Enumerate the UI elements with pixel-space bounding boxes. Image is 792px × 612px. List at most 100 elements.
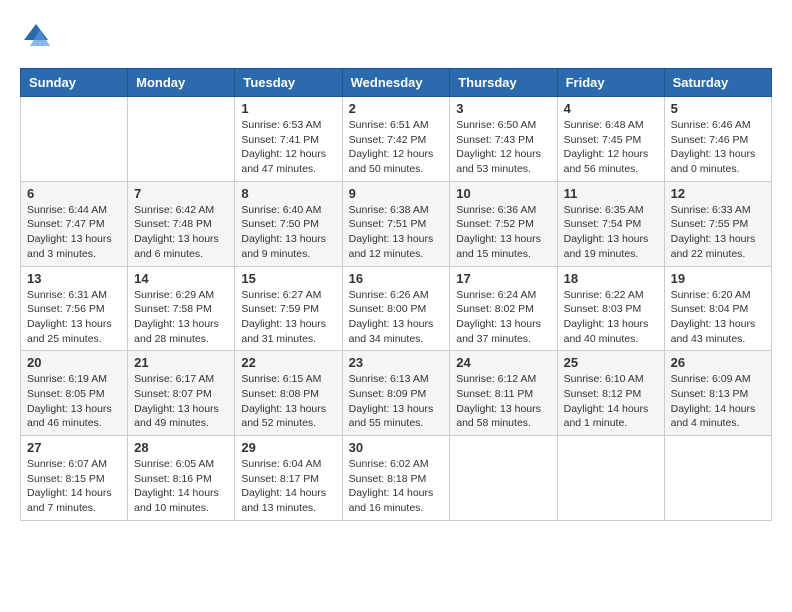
weekday-header: Friday: [557, 69, 664, 97]
day-number: 26: [671, 355, 765, 370]
day-number: 19: [671, 271, 765, 286]
weekday-header: Saturday: [664, 69, 771, 97]
day-number: 2: [349, 101, 444, 116]
day-info: Sunrise: 6:29 AM Sunset: 7:58 PM Dayligh…: [134, 288, 228, 347]
day-info: Sunrise: 6:33 AM Sunset: 7:55 PM Dayligh…: [671, 203, 765, 262]
day-number: 4: [564, 101, 658, 116]
calendar-cell: 25 Sunrise: 6:10 AM Sunset: 8:12 PM Dayli…: [557, 351, 664, 436]
day-number: 10: [456, 186, 550, 201]
calendar-cell: 29 Sunrise: 6:04 AM Sunset: 8:17 PM Dayli…: [235, 436, 342, 521]
day-number: 12: [671, 186, 765, 201]
day-info: Sunrise: 6:17 AM Sunset: 8:07 PM Dayligh…: [134, 372, 228, 431]
day-info: Sunrise: 6:46 AM Sunset: 7:46 PM Dayligh…: [671, 118, 765, 177]
calendar-cell: 10 Sunrise: 6:36 AM Sunset: 7:52 PM Dayli…: [450, 181, 557, 266]
day-number: 8: [241, 186, 335, 201]
calendar-cell: 21 Sunrise: 6:17 AM Sunset: 8:07 PM Dayli…: [128, 351, 235, 436]
calendar-cell: [450, 436, 557, 521]
day-number: 7: [134, 186, 228, 201]
day-number: 6: [27, 186, 121, 201]
calendar-header-row: SundayMondayTuesdayWednesdayThursdayFrid…: [21, 69, 772, 97]
calendar-week-row: 20Sunrise: 6:19 AM Sunset: 8:05 PM Dayli…: [21, 351, 772, 436]
calendar-cell: 7 Sunrise: 6:42 AM Sunset: 7:48 PM Daylig…: [128, 181, 235, 266]
day-number: 21: [134, 355, 228, 370]
day-info: Sunrise: 6:04 AM Sunset: 8:17 PM Dayligh…: [241, 457, 335, 516]
calendar-cell: 13Sunrise: 6:31 AM Sunset: 7:56 PM Dayli…: [21, 266, 128, 351]
logo: [20, 20, 56, 52]
weekday-header: Sunday: [21, 69, 128, 97]
day-number: 30: [349, 440, 444, 455]
day-info: Sunrise: 6:19 AM Sunset: 8:05 PM Dayligh…: [27, 372, 121, 431]
weekday-header: Thursday: [450, 69, 557, 97]
calendar-cell: 22 Sunrise: 6:15 AM Sunset: 8:08 PM Dayli…: [235, 351, 342, 436]
day-number: 25: [564, 355, 658, 370]
calendar-cell: 20Sunrise: 6:19 AM Sunset: 8:05 PM Dayli…: [21, 351, 128, 436]
day-info: Sunrise: 6:50 AM Sunset: 7:43 PM Dayligh…: [456, 118, 550, 177]
calendar-cell: 18 Sunrise: 6:22 AM Sunset: 8:03 PM Dayli…: [557, 266, 664, 351]
day-number: 16: [349, 271, 444, 286]
day-info: Sunrise: 6:20 AM Sunset: 8:04 PM Dayligh…: [671, 288, 765, 347]
day-number: 29: [241, 440, 335, 455]
logo-icon: [20, 20, 52, 52]
day-info: Sunrise: 6:51 AM Sunset: 7:42 PM Dayligh…: [349, 118, 444, 177]
calendar-cell: 8 Sunrise: 6:40 AM Sunset: 7:50 PM Daylig…: [235, 181, 342, 266]
day-info: Sunrise: 6:15 AM Sunset: 8:08 PM Dayligh…: [241, 372, 335, 431]
day-number: 13: [27, 271, 121, 286]
day-info: Sunrise: 6:07 AM Sunset: 8:15 PM Dayligh…: [27, 457, 121, 516]
day-number: 27: [27, 440, 121, 455]
calendar: SundayMondayTuesdayWednesdayThursdayFrid…: [20, 68, 772, 521]
calendar-cell: 16 Sunrise: 6:26 AM Sunset: 8:00 PM Dayli…: [342, 266, 450, 351]
calendar-cell: 6 Sunrise: 6:44 AM Sunset: 7:47 PM Daylig…: [21, 181, 128, 266]
day-info: Sunrise: 6:53 AM Sunset: 7:41 PM Dayligh…: [241, 118, 335, 177]
day-number: 18: [564, 271, 658, 286]
calendar-week-row: 27 Sunrise: 6:07 AM Sunset: 8:15 PM Dayli…: [21, 436, 772, 521]
day-info: Sunrise: 6:27 AM Sunset: 7:59 PM Dayligh…: [241, 288, 335, 347]
calendar-cell: 9 Sunrise: 6:38 AM Sunset: 7:51 PM Daylig…: [342, 181, 450, 266]
calendar-cell: 30 Sunrise: 6:02 AM Sunset: 8:18 PM Dayli…: [342, 436, 450, 521]
day-info: Sunrise: 6:02 AM Sunset: 8:18 PM Dayligh…: [349, 457, 444, 516]
day-number: 24: [456, 355, 550, 370]
day-number: 17: [456, 271, 550, 286]
calendar-cell: 19 Sunrise: 6:20 AM Sunset: 8:04 PM Dayli…: [664, 266, 771, 351]
day-info: Sunrise: 6:44 AM Sunset: 7:47 PM Dayligh…: [27, 203, 121, 262]
calendar-cell: 23Sunrise: 6:13 AM Sunset: 8:09 PM Dayli…: [342, 351, 450, 436]
calendar-week-row: 13Sunrise: 6:31 AM Sunset: 7:56 PM Dayli…: [21, 266, 772, 351]
day-info: Sunrise: 6:24 AM Sunset: 8:02 PM Dayligh…: [456, 288, 550, 347]
calendar-cell: 24 Sunrise: 6:12 AM Sunset: 8:11 PM Dayli…: [450, 351, 557, 436]
day-info: Sunrise: 6:12 AM Sunset: 8:11 PM Dayligh…: [456, 372, 550, 431]
calendar-cell: 3 Sunrise: 6:50 AM Sunset: 7:43 PM Daylig…: [450, 97, 557, 182]
calendar-cell: [557, 436, 664, 521]
day-info: Sunrise: 6:09 AM Sunset: 8:13 PM Dayligh…: [671, 372, 765, 431]
calendar-cell: 11Sunrise: 6:35 AM Sunset: 7:54 PM Dayli…: [557, 181, 664, 266]
calendar-cell: 15 Sunrise: 6:27 AM Sunset: 7:59 PM Dayli…: [235, 266, 342, 351]
day-number: 28: [134, 440, 228, 455]
calendar-cell: 5Sunrise: 6:46 AM Sunset: 7:46 PM Daylig…: [664, 97, 771, 182]
day-number: 1: [241, 101, 335, 116]
header: [20, 20, 772, 52]
calendar-cell: 26 Sunrise: 6:09 AM Sunset: 8:13 PM Dayli…: [664, 351, 771, 436]
day-info: Sunrise: 6:22 AM Sunset: 8:03 PM Dayligh…: [564, 288, 658, 347]
calendar-cell: 1 Sunrise: 6:53 AM Sunset: 7:41 PM Daylig…: [235, 97, 342, 182]
day-info: Sunrise: 6:26 AM Sunset: 8:00 PM Dayligh…: [349, 288, 444, 347]
calendar-cell: 28Sunrise: 6:05 AM Sunset: 8:16 PM Dayli…: [128, 436, 235, 521]
calendar-cell: 12 Sunrise: 6:33 AM Sunset: 7:55 PM Dayli…: [664, 181, 771, 266]
day-number: 9: [349, 186, 444, 201]
day-info: Sunrise: 6:38 AM Sunset: 7:51 PM Dayligh…: [349, 203, 444, 262]
calendar-cell: [664, 436, 771, 521]
day-info: Sunrise: 6:36 AM Sunset: 7:52 PM Dayligh…: [456, 203, 550, 262]
day-info: Sunrise: 6:13 AM Sunset: 8:09 PM Dayligh…: [349, 372, 444, 431]
day-info: Sunrise: 6:42 AM Sunset: 7:48 PM Dayligh…: [134, 203, 228, 262]
calendar-week-row: 1 Sunrise: 6:53 AM Sunset: 7:41 PM Daylig…: [21, 97, 772, 182]
day-number: 3: [456, 101, 550, 116]
weekday-header: Tuesday: [235, 69, 342, 97]
calendar-cell: 4 Sunrise: 6:48 AM Sunset: 7:45 PM Daylig…: [557, 97, 664, 182]
calendar-week-row: 6 Sunrise: 6:44 AM Sunset: 7:47 PM Daylig…: [21, 181, 772, 266]
day-number: 15: [241, 271, 335, 286]
day-number: 22: [241, 355, 335, 370]
day-info: Sunrise: 6:40 AM Sunset: 7:50 PM Dayligh…: [241, 203, 335, 262]
day-info: Sunrise: 6:10 AM Sunset: 8:12 PM Dayligh…: [564, 372, 658, 431]
weekday-header: Monday: [128, 69, 235, 97]
calendar-cell: 17 Sunrise: 6:24 AM Sunset: 8:02 PM Dayli…: [450, 266, 557, 351]
calendar-cell: [21, 97, 128, 182]
calendar-cell: 2 Sunrise: 6:51 AM Sunset: 7:42 PM Daylig…: [342, 97, 450, 182]
day-info: Sunrise: 6:48 AM Sunset: 7:45 PM Dayligh…: [564, 118, 658, 177]
